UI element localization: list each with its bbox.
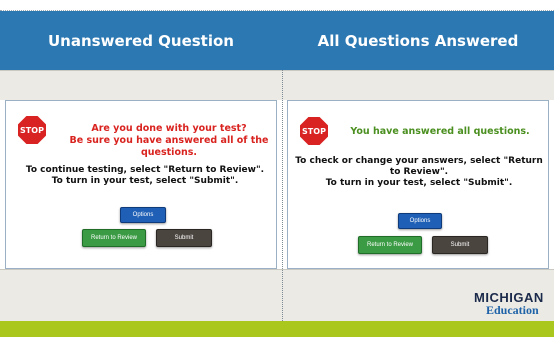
alert-line-1: You have answered all questions. bbox=[350, 126, 530, 137]
stop-sign-icon: STOP bbox=[300, 117, 328, 145]
return-to-review-button[interactable]: Return to Review bbox=[358, 236, 422, 254]
options-button[interactable]: Options bbox=[120, 207, 166, 223]
instruction-line-3: To turn in your test, select "Submit". bbox=[325, 178, 513, 188]
submit-button[interactable]: Submit bbox=[432, 236, 488, 254]
instruction-line-2: To turn in your test, select "Submit". bbox=[51, 176, 239, 186]
footer-bar bbox=[0, 321, 554, 337]
column-title-all-answered: All Questions Answered bbox=[317, 31, 519, 50]
alert-line-2: Be sure you have answered all of the que… bbox=[69, 135, 269, 158]
instruction-line-2: to Review". bbox=[389, 167, 449, 177]
stop-sign-text: STOP bbox=[20, 125, 44, 135]
all-answered-dialog: STOP You have answered all questions. To… bbox=[287, 100, 549, 269]
upper-band bbox=[0, 70, 554, 100]
instruction-line-1: To continue testing, select "Return to R… bbox=[25, 165, 265, 175]
return-to-review-button[interactable]: Return to Review bbox=[82, 229, 146, 247]
all-answered-alert: You have answered all questions. bbox=[338, 126, 542, 138]
stop-sign-text: STOP bbox=[302, 126, 326, 136]
top-strip bbox=[0, 0, 554, 11]
header-row: Unanswered Question All Questions Answer… bbox=[0, 11, 554, 70]
unanswered-instructions: To continue testing, select "Return to R… bbox=[20, 165, 270, 187]
instruction-line-1: To check or change your answers, select … bbox=[295, 156, 543, 166]
michigan-education-logo: MICHIGAN Education bbox=[474, 290, 552, 318]
all-answered-instructions: To check or change your answers, select … bbox=[294, 156, 544, 189]
stop-sign-icon: STOP bbox=[18, 116, 46, 144]
column-divider bbox=[282, 70, 283, 321]
lower-band bbox=[0, 269, 554, 321]
alert-line-1: Are you done with your test? bbox=[91, 123, 247, 134]
options-button[interactable]: Options bbox=[398, 213, 442, 229]
column-title-unanswered: Unanswered Question bbox=[48, 31, 234, 50]
unanswered-alert: Are you done with your test? Be sure you… bbox=[66, 123, 272, 159]
submit-button[interactable]: Submit bbox=[156, 229, 212, 247]
logo-text-education: Education bbox=[486, 303, 539, 317]
unanswered-dialog: STOP Are you done with your test? Be sur… bbox=[5, 100, 277, 269]
